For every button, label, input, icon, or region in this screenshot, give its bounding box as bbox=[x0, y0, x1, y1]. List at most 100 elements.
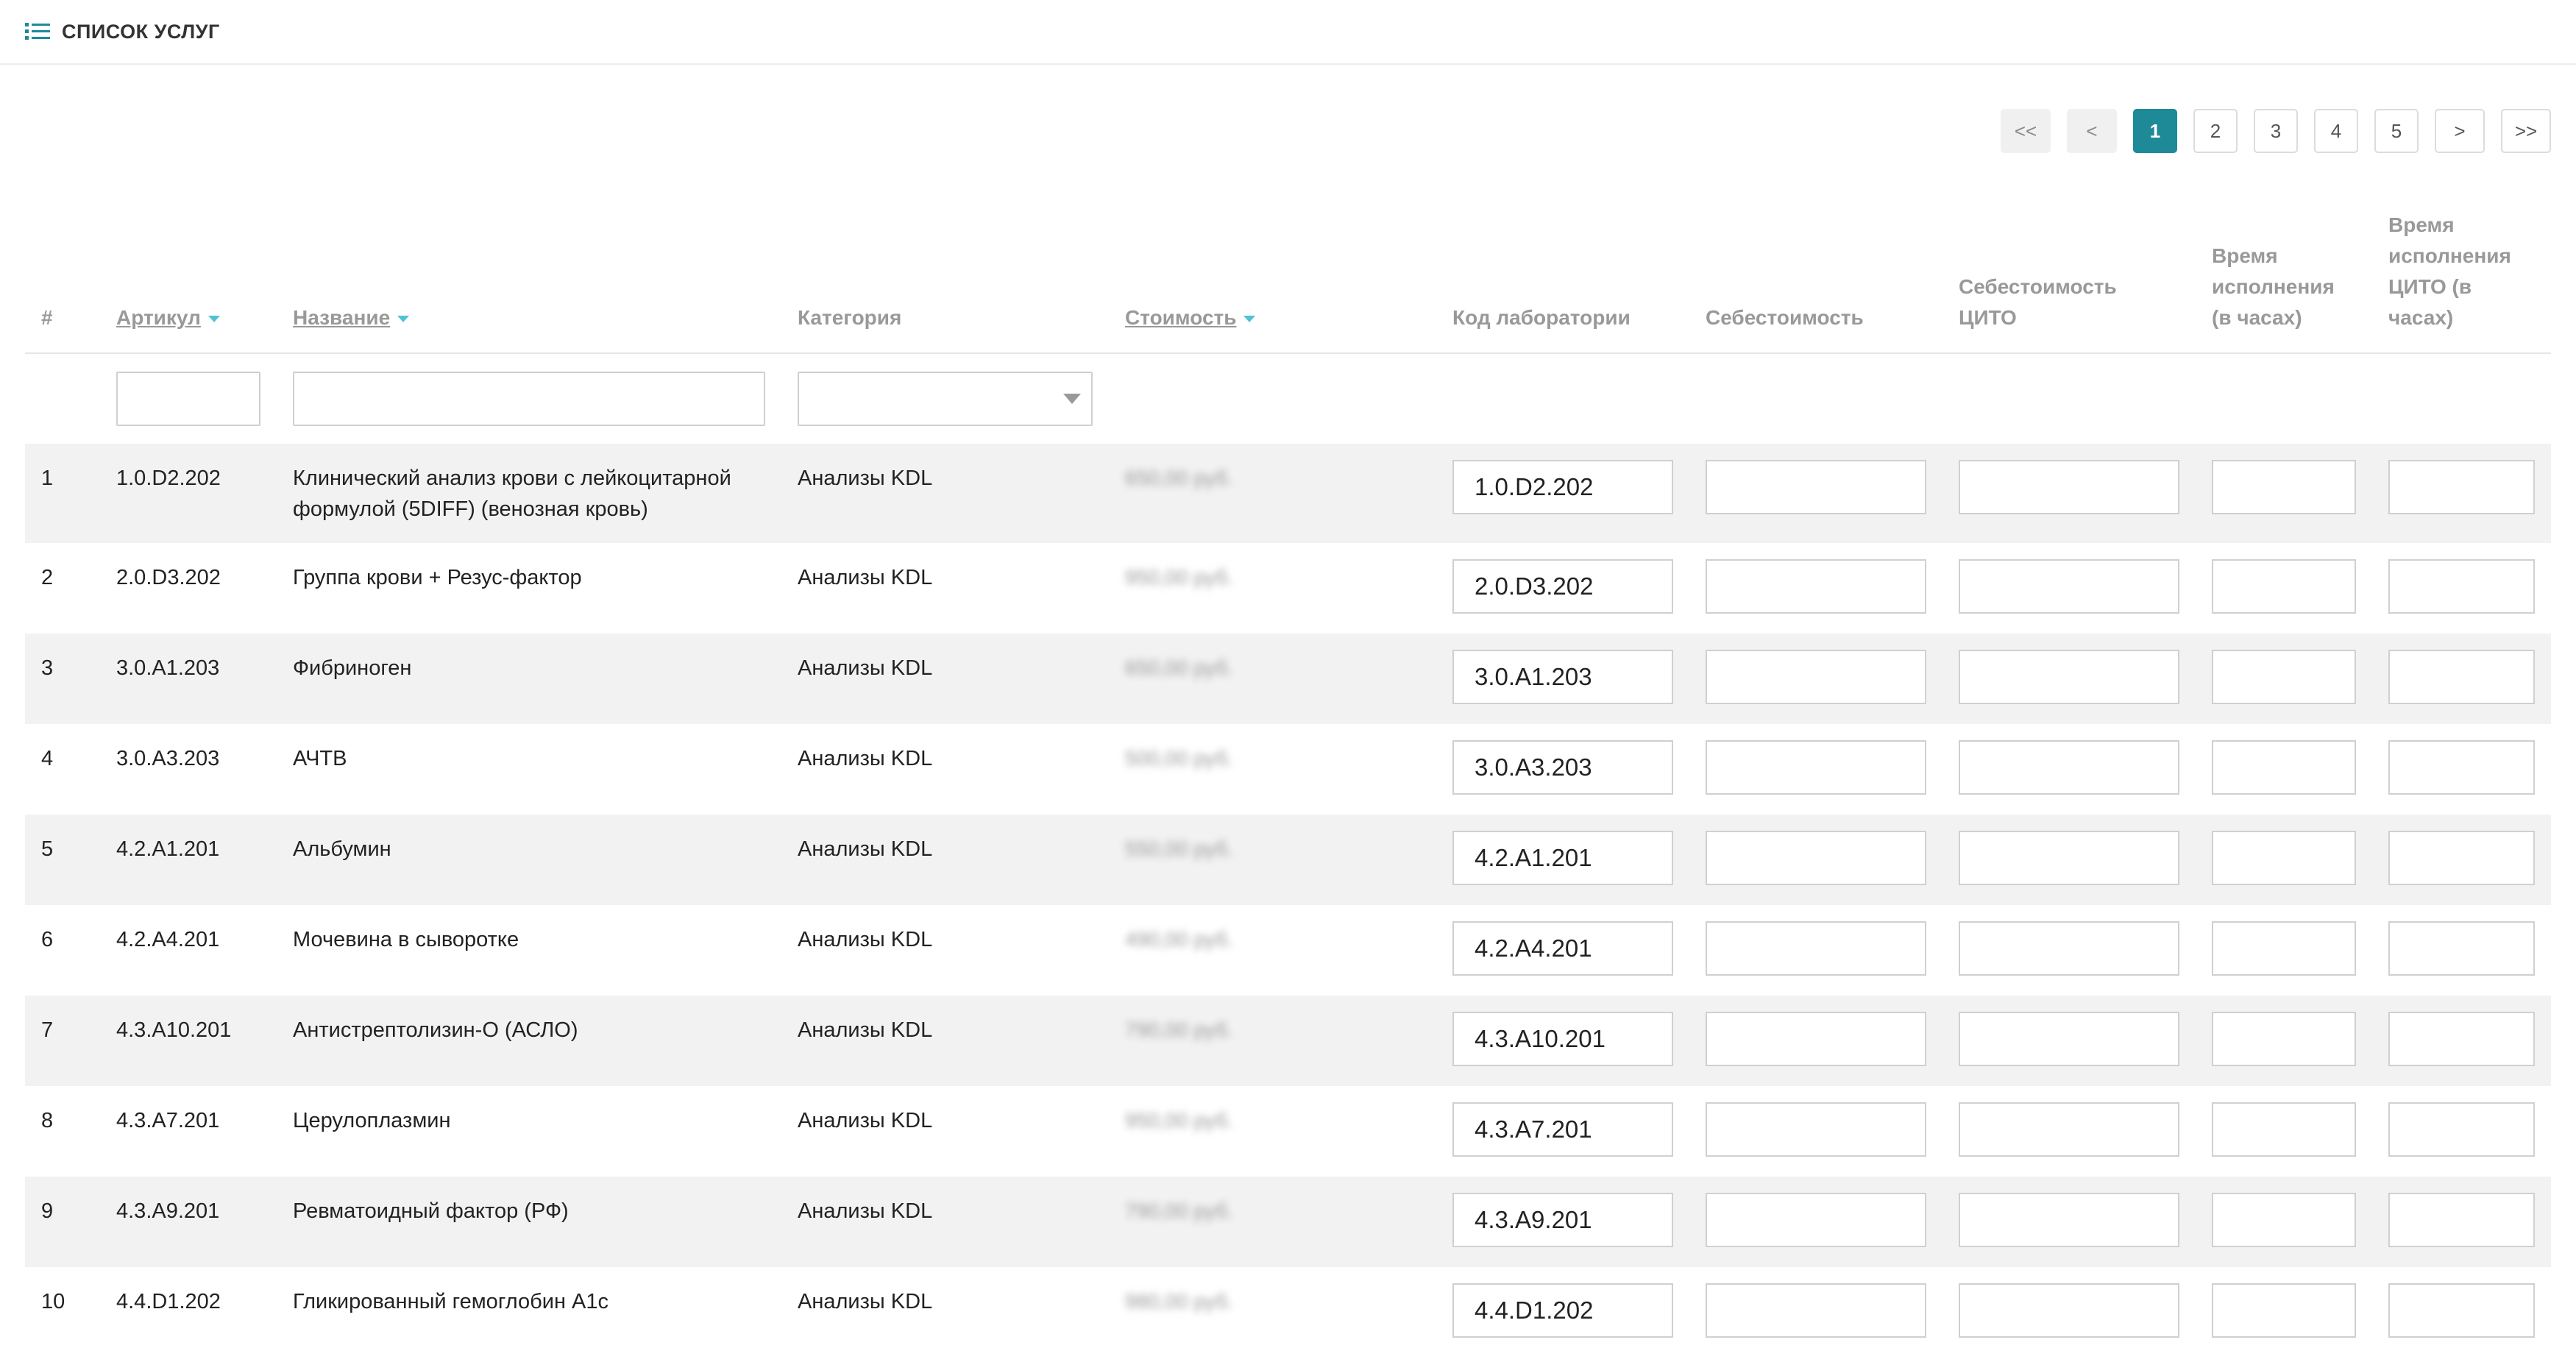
col-header-name[interactable]: Название bbox=[277, 199, 781, 354]
row-category: Анализы KDL bbox=[798, 656, 933, 680]
exec-time-input[interactable] bbox=[2212, 1283, 2356, 1338]
lab-code-input[interactable]: 3.0.A1.203 bbox=[1452, 650, 1673, 704]
prev-page-button[interactable]: < bbox=[2067, 109, 2117, 153]
article-filter-input[interactable] bbox=[116, 372, 260, 426]
self-cost-cito-input[interactable] bbox=[1959, 921, 2179, 976]
self-cost-cito-input[interactable] bbox=[1959, 1012, 2179, 1066]
row-article: 4.3.A10.201 bbox=[116, 1018, 232, 1042]
self-cost-cito-input[interactable] bbox=[1959, 1193, 2179, 1247]
row-name: Мочевина в сыворотке bbox=[293, 928, 519, 951]
self-cost-input[interactable] bbox=[1706, 1012, 1926, 1066]
page-button-4[interactable]: 4 bbox=[2314, 109, 2358, 153]
first-page-button[interactable]: << bbox=[2001, 109, 2051, 153]
sort-caret-icon bbox=[397, 316, 410, 323]
table-row: 2 2.0.D3.202 Группа крови + Резус-фактор Ан… bbox=[25, 543, 2551, 634]
self-cost-input[interactable] bbox=[1706, 921, 1926, 976]
pagination: << < 1 2 3 4 5 > >> bbox=[2001, 109, 2551, 153]
col-header-cost[interactable]: Стоимость bbox=[1109, 199, 1436, 354]
row-cost: 550,00 руб. bbox=[1125, 837, 1233, 860]
self-cost-input[interactable] bbox=[1706, 1102, 1926, 1157]
self-cost-cito-input[interactable] bbox=[1959, 740, 2179, 795]
self-cost-input[interactable] bbox=[1706, 650, 1926, 704]
last-page-button[interactable]: >> bbox=[2501, 109, 2551, 153]
exec-time-cito-input[interactable] bbox=[2388, 1283, 2535, 1338]
exec-time-input[interactable] bbox=[2212, 650, 2356, 704]
exec-time-input[interactable] bbox=[2212, 921, 2356, 976]
exec-time-cito-input[interactable] bbox=[2388, 460, 2535, 514]
row-number: 5 bbox=[41, 837, 54, 861]
row-cost: 650,00 руб. bbox=[1125, 656, 1233, 679]
exec-time-input[interactable] bbox=[2212, 1193, 2356, 1247]
exec-time-input[interactable] bbox=[2212, 740, 2356, 795]
exec-time-input[interactable] bbox=[2212, 559, 2356, 614]
self-cost-cito-input[interactable] bbox=[1959, 831, 2179, 885]
sort-link-cost[interactable]: Стоимость bbox=[1125, 306, 1236, 329]
exec-time-cito-input[interactable] bbox=[2388, 1193, 2535, 1247]
col-header-exec-time: Время исполнения (в часах) bbox=[2196, 199, 2372, 354]
col-header-lab-code: Код лаборатории bbox=[1436, 199, 1689, 354]
row-name: Церулоплазмин bbox=[293, 1109, 451, 1132]
exec-time-cito-input[interactable] bbox=[2388, 831, 2535, 885]
sort-link-article[interactable]: Артикул bbox=[116, 306, 201, 329]
lab-code-input[interactable]: 4.3.A10.201 bbox=[1452, 1012, 1673, 1066]
row-number: 1 bbox=[41, 467, 54, 490]
category-filter-select[interactable] bbox=[798, 372, 1093, 426]
col-header-article[interactable]: Артикул bbox=[100, 199, 277, 354]
filter-row bbox=[25, 353, 2551, 444]
lab-code-input[interactable]: 4.3.A7.201 bbox=[1452, 1102, 1673, 1157]
lab-code-input[interactable]: 4.4.D1.202 bbox=[1452, 1283, 1673, 1338]
table-row: 9 4.3.A9.201 Ревматоидный фактор (РФ) Анали… bbox=[25, 1177, 2551, 1267]
lab-code-input[interactable]: 4.2.A4.201 bbox=[1452, 921, 1673, 976]
row-category: Анализы KDL bbox=[798, 837, 933, 861]
self-cost-input[interactable] bbox=[1706, 740, 1926, 795]
exec-time-cito-input[interactable] bbox=[2388, 650, 2535, 704]
sort-link-name[interactable]: Название bbox=[293, 306, 390, 329]
row-category: Анализы KDL bbox=[798, 747, 933, 770]
lab-code-input[interactable]: 4.2.A1.201 bbox=[1452, 831, 1673, 885]
self-cost-input[interactable] bbox=[1706, 1283, 1926, 1338]
self-cost-input[interactable] bbox=[1706, 831, 1926, 885]
row-cost: 650,00 руб. bbox=[1125, 467, 1233, 489]
table-row: 4 3.0.A3.203 АЧТВ Анализы KDL 500,00 руб. 3.0… bbox=[25, 724, 2551, 815]
row-article: 4.4.D1.202 bbox=[116, 1290, 221, 1313]
row-cost: 790,00 руб. bbox=[1125, 1199, 1233, 1222]
row-number: 7 bbox=[41, 1018, 54, 1042]
self-cost-cito-input[interactable] bbox=[1959, 1102, 2179, 1157]
exec-time-input[interactable] bbox=[2212, 460, 2356, 514]
next-page-button[interactable]: > bbox=[2435, 109, 2485, 153]
row-category: Анализы KDL bbox=[798, 928, 933, 951]
row-article: 3.0.A3.203 bbox=[116, 747, 220, 770]
lab-code-input[interactable]: 3.0.A3.203 bbox=[1452, 740, 1673, 795]
col-header-num: # bbox=[25, 199, 100, 354]
page-button-1[interactable]: 1 bbox=[2133, 109, 2177, 153]
exec-time-input[interactable] bbox=[2212, 1012, 2356, 1066]
exec-time-cito-input[interactable] bbox=[2388, 1012, 2535, 1066]
table-header-row: # Артикул Название Категория Стоимость К… bbox=[25, 199, 2551, 354]
name-filter-input[interactable] bbox=[293, 372, 765, 426]
self-cost-input[interactable] bbox=[1706, 460, 1926, 514]
exec-time-cito-input[interactable] bbox=[2388, 740, 2535, 795]
exec-time-cito-input[interactable] bbox=[2388, 921, 2535, 976]
exec-time-cito-input[interactable] bbox=[2388, 559, 2535, 614]
self-cost-input[interactable] bbox=[1706, 559, 1926, 614]
page-button-2[interactable]: 2 bbox=[2193, 109, 2238, 153]
exec-time-cito-input[interactable] bbox=[2388, 1102, 2535, 1157]
page-button-3[interactable]: 3 bbox=[2254, 109, 2298, 153]
exec-time-input[interactable] bbox=[2212, 1102, 2356, 1157]
table-row: 1 1.0.D2.202 Клинический анализ крови с ле… bbox=[25, 444, 2551, 543]
exec-time-input[interactable] bbox=[2212, 831, 2356, 885]
row-number: 2 bbox=[41, 566, 54, 589]
lab-code-input[interactable]: 1.0.D2.202 bbox=[1452, 460, 1673, 514]
page-button-5[interactable]: 5 bbox=[2374, 109, 2419, 153]
self-cost-cito-input[interactable] bbox=[1959, 650, 2179, 704]
self-cost-cito-input[interactable] bbox=[1959, 559, 2179, 614]
lab-code-input[interactable]: 4.3.A9.201 bbox=[1452, 1193, 1673, 1247]
lab-code-input[interactable]: 2.0.D3.202 bbox=[1452, 559, 1673, 614]
self-cost-cito-input[interactable] bbox=[1959, 1283, 2179, 1338]
row-article: 4.3.A7.201 bbox=[116, 1109, 220, 1132]
sort-caret-icon bbox=[1243, 316, 1256, 323]
self-cost-cito-input[interactable] bbox=[1959, 460, 2179, 514]
sort-caret-icon bbox=[207, 316, 220, 323]
self-cost-input[interactable] bbox=[1706, 1193, 1926, 1247]
row-cost: 980,00 руб. bbox=[1125, 1290, 1233, 1313]
